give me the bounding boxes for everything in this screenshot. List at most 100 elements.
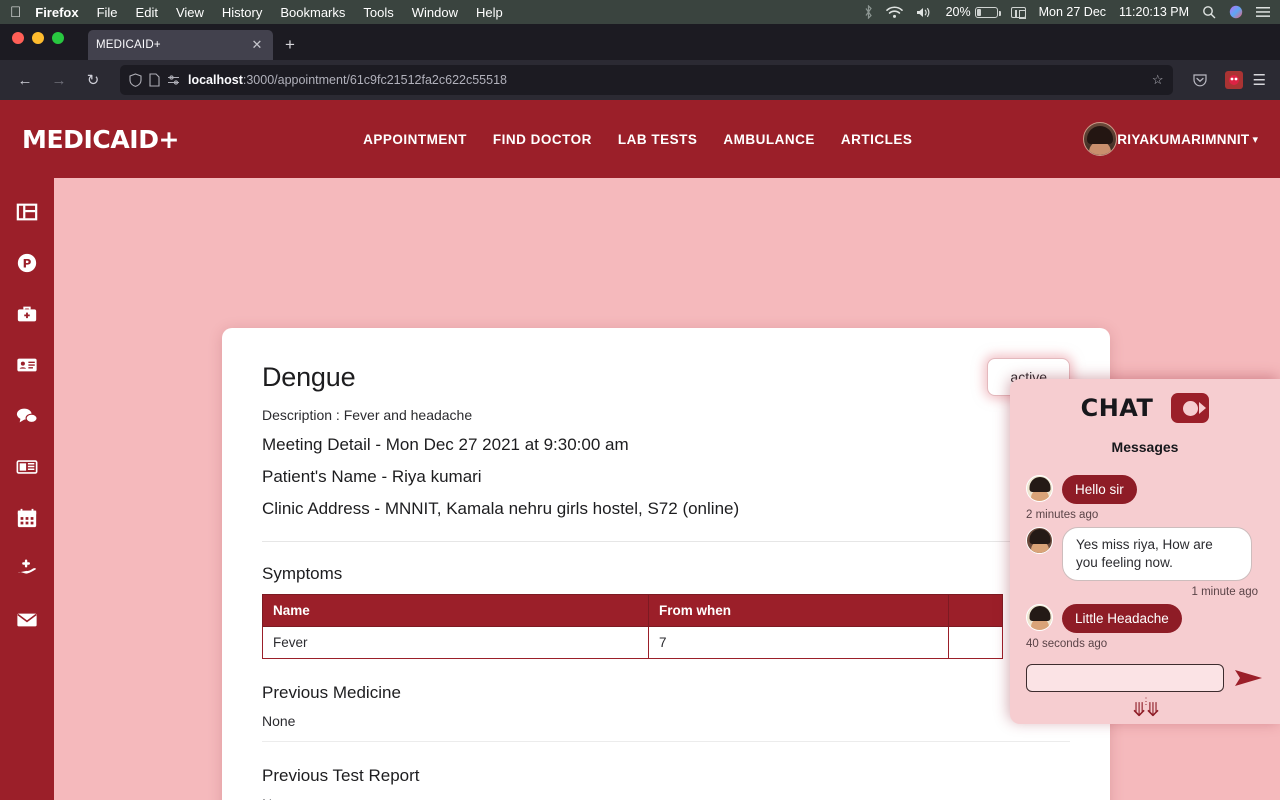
symptoms-heading: Symptoms — [262, 564, 343, 583]
messages-label: Messages — [1111, 439, 1179, 455]
address-bar-url: localhost:3000/appointment/61c9fc21512fa… — [188, 73, 1145, 87]
extension-icon[interactable] — [1224, 71, 1243, 89]
sidebar-item-dashboard[interactable] — [15, 200, 39, 224]
minimize-window-button[interactable] — [32, 32, 44, 44]
chat-header: CHAT — [1026, 393, 1264, 423]
video-camera-icon[interactable] — [1171, 393, 1210, 423]
nav-item-ambulance[interactable]: AMBULANCE — [723, 132, 815, 147]
sidebar-item-care[interactable] — [15, 557, 39, 581]
patient-avatar — [1026, 475, 1053, 502]
table-row: Fever 7 — [262, 626, 1003, 659]
tab-title: MEDICAID+ — [96, 39, 161, 51]
scroll-to-bottom-button[interactable]: ⋮ ⤋⤋ — [1026, 696, 1264, 724]
menu-item-history[interactable]: History — [222, 5, 262, 20]
back-button[interactable]: ← — [10, 65, 40, 95]
table-header-row: Name From when — [262, 594, 1003, 627]
brand-logo[interactable]: MEDICAID+ — [22, 125, 180, 154]
sidebar-item-medical-kit[interactable] — [15, 302, 39, 326]
menubar-time: 11:20:13 PM — [1119, 5, 1189, 19]
previous-test-report-section: Previous Test Report None — [262, 766, 1070, 800]
menu-item-view[interactable]: View — [176, 5, 204, 20]
apple-logo-icon[interactable]:  — [10, 5, 21, 20]
volume-icon[interactable] — [916, 6, 933, 19]
sidebar-item-chat[interactable] — [15, 404, 39, 428]
user-menu[interactable]: RIYAKUMARIMNNIT ▾ — [1083, 122, 1258, 156]
patient-name: Patient's Name - Riya kumari — [262, 467, 482, 486]
browser-nav-bar: ← → ↻ localhost:3000/appointment/61c9fc2… — [0, 60, 1280, 100]
notification-center-icon[interactable] — [1256, 6, 1270, 18]
cell-symptom-name: Fever — [262, 626, 649, 659]
site-header: MEDICAID+ APPOINTMENT FIND DOCTOR LAB TE… — [0, 100, 1280, 178]
menu-item-edit[interactable]: Edit — [136, 5, 158, 20]
previous-medicine-heading: Previous Medicine — [262, 683, 401, 702]
menubar-date: Mon 27 Dec — [1038, 5, 1107, 19]
send-arrow-icon[interactable] — [1234, 667, 1264, 689]
battery-status[interactable]: 20% — [945, 5, 1001, 19]
hamburger-menu-icon[interactable]: ☰ — [1253, 71, 1266, 89]
column-header-name: Name — [262, 594, 649, 627]
column-header-from-when: From when — [648, 594, 949, 627]
reload-button[interactable]: ↻ — [78, 65, 108, 95]
forward-button[interactable]: → — [44, 65, 74, 95]
previous-medicine-value: None — [262, 713, 1070, 742]
siri-icon[interactable] — [1229, 5, 1243, 19]
browser-tab[interactable]: MEDICAID+ ✕ — [88, 30, 273, 60]
cell-symptom-extra — [948, 626, 1003, 659]
main-navigation: APPOINTMENT FIND DOCTOR LAB TESTS AMBULA… — [363, 132, 912, 147]
pocket-icon[interactable] — [1185, 65, 1215, 95]
menu-item-file[interactable]: File — [97, 5, 118, 20]
list-item: Hello sir — [1026, 475, 1264, 504]
url-path: :3000/appointment/61c9fc21512fa2c622c555… — [242, 73, 507, 87]
chat-message-input[interactable] — [1026, 663, 1224, 692]
macos-status-items: 20% Mon 27 Dec 11:20:13 PM — [864, 5, 1270, 19]
window-controls — [12, 24, 64, 60]
divider — [262, 541, 1070, 542]
address-bar[interactable]: localhost:3000/appointment/61c9fc21512fa… — [120, 65, 1173, 95]
nav-item-lab-tests[interactable]: LAB TESTS — [618, 132, 698, 147]
control-center-icon[interactable] — [1010, 6, 1026, 19]
wifi-icon[interactable] — [885, 5, 903, 19]
sidebar-item-mail[interactable] — [15, 608, 39, 632]
menu-item-help[interactable]: Help — [476, 5, 503, 20]
nav-item-articles[interactable]: ARTICLES — [841, 132, 913, 147]
previous-test-report-heading: Previous Test Report — [262, 766, 420, 785]
menu-item-tools[interactable]: Tools — [363, 5, 393, 20]
list-item: Little Headache — [1026, 604, 1264, 634]
new-tab-button[interactable]: + — [285, 35, 295, 55]
sidebar-item-news[interactable] — [15, 455, 39, 479]
previous-test-report-value: None — [262, 796, 1070, 800]
nav-item-appointment[interactable]: APPOINTMENT — [363, 132, 467, 147]
chat-composer — [1026, 656, 1264, 698]
spotlight-search-icon[interactable] — [1202, 5, 1216, 19]
page-title: Dengue — [262, 362, 356, 392]
message-timestamp: 40 seconds ago — [1026, 638, 1108, 651]
list-item: Yes miss riya, How are you feeling now. — [1026, 527, 1264, 582]
svg-text:P: P — [23, 257, 32, 271]
macos-menubar:  Firefox File Edit View History Bookmar… — [0, 0, 1280, 24]
chat-panel: CHAT Messages Hello sir 2 minutes ago Ye… — [1010, 379, 1280, 724]
sidebar-item-pharmacy[interactable]: P — [15, 251, 39, 275]
message-text: Hello sir — [1062, 475, 1137, 504]
menu-item-firefox[interactable]: Firefox — [35, 5, 78, 20]
battery-percent-label: 20% — [945, 5, 971, 19]
chevron-down-icon[interactable]: ▾ — [1252, 133, 1258, 146]
shield-icon[interactable] — [129, 73, 142, 87]
maximize-window-button[interactable] — [52, 32, 64, 44]
sidebar-item-calendar[interactable] — [15, 506, 39, 530]
sidebar-item-patient-card[interactable] — [15, 353, 39, 377]
page-icon[interactable] — [149, 73, 160, 87]
previous-medicine-section: Previous Medicine None — [262, 683, 1070, 742]
message-timestamp: 2 minutes ago — [1026, 509, 1099, 521]
nav-item-find-doctor[interactable]: FIND DOCTOR — [493, 132, 592, 147]
close-window-button[interactable] — [12, 32, 24, 44]
menu-item-bookmarks[interactable]: Bookmarks — [280, 5, 345, 20]
message-timestamp: 1 minute ago — [1191, 586, 1259, 599]
url-host: localhost — [188, 73, 243, 87]
tab-close-icon[interactable]: ✕ — [249, 37, 265, 53]
bluetooth-icon[interactable] — [864, 5, 873, 19]
permissions-icon[interactable] — [167, 74, 181, 86]
star-icon[interactable]: ☆ — [1152, 72, 1164, 88]
doctor-avatar — [1026, 527, 1053, 554]
cell-symptom-from-when: 7 — [648, 626, 949, 659]
menu-item-window[interactable]: Window — [412, 5, 458, 20]
